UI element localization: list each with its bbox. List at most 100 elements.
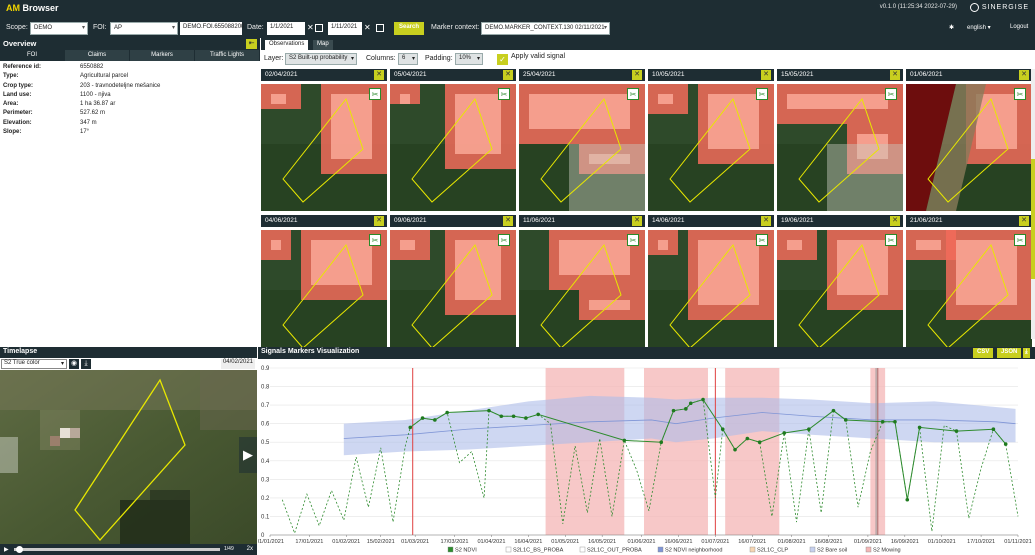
observation-card[interactable]: 09/06/2021 ✕ ✂	[390, 215, 516, 361]
x-tick-label: 01/05/2021	[551, 539, 579, 545]
collapse-panel-button[interactable]: ⇤	[246, 39, 257, 49]
tab-map[interactable]: Map	[313, 40, 333, 50]
tab-traffic-lights[interactable]: Traffic Lights	[195, 50, 260, 61]
csv-button[interactable]: CSV	[973, 348, 994, 358]
observation-card[interactable]: 25/04/2021 ✕ ✂	[519, 69, 645, 215]
scissors-icon[interactable]: ✂	[369, 88, 381, 100]
search-button[interactable]: Search	[394, 22, 425, 35]
observation-image[interactable]	[390, 230, 516, 357]
observation-image[interactable]	[648, 84, 774, 211]
tab-foi[interactable]: FOI	[0, 50, 65, 61]
timelapse-slider[interactable]: ▶ 1/49 2x	[0, 544, 257, 555]
observation-image[interactable]	[519, 230, 645, 357]
observation-card[interactable]: 21/06/2021 ✕ ✂	[906, 215, 1032, 361]
layer-select[interactable]: S2 Built-up probability ▾	[285, 53, 357, 65]
foi-select[interactable]: AP ▾	[110, 22, 178, 35]
gear-icon[interactable]: ✱	[949, 24, 954, 31]
ndvi-point	[893, 420, 897, 424]
columns-select[interactable]: 6 ▾	[398, 53, 418, 65]
camera-icon[interactable]: ◉	[69, 359, 79, 369]
select-observation-button[interactable]: ✕	[890, 216, 900, 226]
tab-observations[interactable]: Observations	[265, 40, 309, 50]
select-observation-button[interactable]: ✕	[374, 70, 384, 80]
observation-card[interactable]: 19/06/2021 ✕ ✂	[777, 215, 903, 361]
play-icon[interactable]: ▶	[4, 546, 9, 553]
language-select[interactable]: english ▾	[967, 24, 991, 31]
property-value: 527.62 m	[80, 110, 106, 117]
select-observation-button[interactable]: ✕	[503, 216, 513, 226]
observation-date: 14/06/2021	[652, 217, 685, 224]
slider-handle[interactable]	[16, 546, 23, 553]
clear-date-to-icon[interactable]: ✕	[364, 23, 371, 33]
timelapse-date: 04/02/2021	[220, 359, 255, 369]
gallery-scrollbar[interactable]	[1031, 69, 1035, 339]
select-observation-button[interactable]: ✕	[374, 216, 384, 226]
scrollbar-thumb[interactable]	[1031, 159, 1035, 279]
ndvi-point	[843, 418, 848, 422]
select-observation-button[interactable]: ✕	[503, 70, 513, 80]
scope-select[interactable]: DEMO ▾	[30, 22, 88, 35]
clear-date-from-icon[interactable]: ✕	[307, 23, 314, 33]
date-from-input[interactable]: 1/1/2021	[267, 22, 305, 35]
observation-image[interactable]	[261, 84, 387, 211]
top-header: AM Browser v0.1.0 (11:25:34 2022-07-29) …	[0, 0, 1035, 38]
scissors-icon[interactable]: ✂	[756, 88, 768, 100]
select-observation-button[interactable]: ✕	[761, 216, 771, 226]
slider-track[interactable]	[14, 548, 220, 551]
select-observation-button[interactable]: ✕	[1019, 70, 1029, 80]
observation-header: 19/06/2021 ✕	[777, 215, 903, 227]
timelapse-layer-select[interactable]: S2 True color ▾	[1, 359, 67, 369]
observation-image[interactable]	[777, 84, 903, 211]
observation-card[interactable]: 10/05/2021 ✕ ✂	[648, 69, 774, 215]
tab-claims[interactable]: Claims	[65, 50, 130, 61]
select-observation-button[interactable]: ✕	[1019, 216, 1029, 226]
calendar-icon[interactable]	[315, 24, 323, 32]
scissors-icon[interactable]: ✂	[498, 88, 510, 100]
observation-image[interactable]	[777, 230, 903, 357]
download-icon[interactable]: ⤓	[81, 359, 91, 369]
logout-button[interactable]: Logout	[1010, 24, 1028, 30]
observation-image[interactable]	[261, 230, 387, 357]
scissors-icon[interactable]: ✂	[498, 234, 510, 246]
observation-image[interactable]	[906, 230, 1032, 357]
padding-select[interactable]: 10% ▾	[455, 53, 483, 65]
json-button[interactable]: JSON	[997, 348, 1022, 358]
observation-image[interactable]	[648, 230, 774, 357]
select-observation-button[interactable]: ✕	[632, 216, 642, 226]
scissors-icon[interactable]: ✂	[885, 88, 897, 100]
date-to-input[interactable]: 1/11/2021	[328, 22, 362, 35]
tab-markers[interactable]: Markers	[130, 50, 195, 61]
calendar-icon[interactable]	[376, 24, 384, 32]
select-observation-button[interactable]: ✕	[890, 70, 900, 80]
observation-card[interactable]: 11/06/2021 ✕ ✂	[519, 215, 645, 361]
speed-toggle[interactable]: 2x	[247, 546, 253, 552]
scissors-icon[interactable]: ✂	[627, 88, 639, 100]
observation-card[interactable]: 02/04/2021 ✕ ✂	[261, 69, 387, 215]
scissors-icon[interactable]: ✂	[627, 234, 639, 246]
signals-chart: 0 0.1 0.2 0.3 0.4 0.5 0.6 0.7 0.8 0.9 01/01/2021 17…	[256, 360, 1035, 555]
scissors-icon[interactable]: ✂	[885, 234, 897, 246]
select-observation-button[interactable]: ✕	[632, 70, 642, 80]
observation-card[interactable]: 14/06/2021 ✕ ✂	[648, 215, 774, 361]
scissors-icon[interactable]: ✂	[756, 234, 768, 246]
x-tick-label: 17/03/2021	[441, 539, 469, 545]
observation-card[interactable]: 04/06/2021 ✕ ✂	[261, 215, 387, 361]
observation-card[interactable]: 15/05/2021 ✕ ✂	[777, 69, 903, 215]
observation-card[interactable]: 05/04/2021 ✕ ✂	[390, 69, 516, 215]
marker-context-select[interactable]: DEMO.MARKER_CONTEXT.130 02/11/2021 ▾	[481, 22, 610, 35]
valid-signal-checkbox[interactable]: ✓	[497, 54, 508, 65]
x-tick-label: 01/03/2021	[401, 539, 429, 545]
previous-frame-button[interactable]	[0, 437, 18, 473]
scissors-icon[interactable]: ✂	[1014, 234, 1026, 246]
x-tick-label: 01/09/2021	[854, 539, 882, 545]
observation-image[interactable]	[906, 84, 1032, 211]
scissors-icon[interactable]: ✂	[1014, 88, 1026, 100]
observation-image[interactable]	[390, 84, 516, 211]
observation-card[interactable]: 01/06/2021 ✕ ✂	[906, 69, 1032, 215]
foi-id-input[interactable]: DEMO.FOI.655088200	[180, 22, 244, 35]
download-icon[interactable]: ⤓	[1023, 348, 1030, 358]
select-observation-button[interactable]: ✕	[761, 70, 771, 80]
next-frame-button[interactable]: ▶	[239, 437, 257, 473]
observation-image[interactable]	[519, 84, 645, 211]
scissors-icon[interactable]: ✂	[369, 234, 381, 246]
